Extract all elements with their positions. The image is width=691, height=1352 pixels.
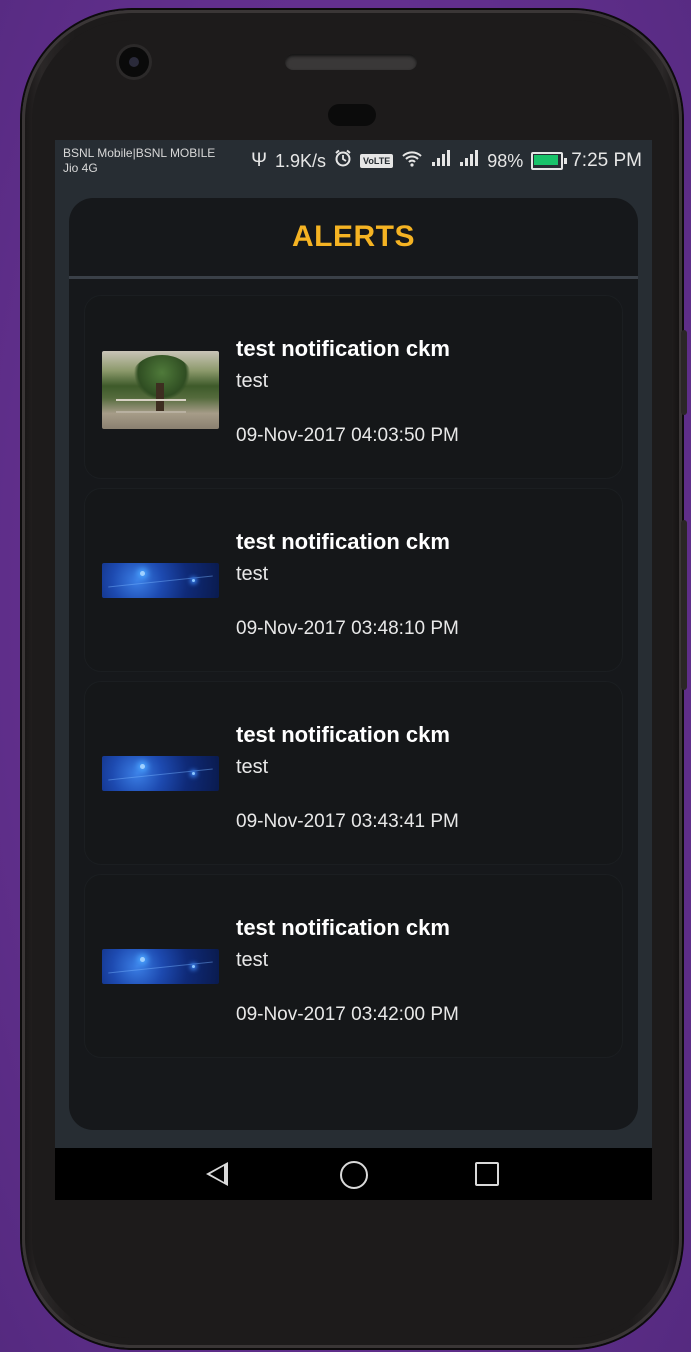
notification-body: test bbox=[236, 756, 269, 778]
panel-header: ALERTS bbox=[69, 198, 638, 279]
notification-timestamp: 09-Nov-2017 03:42:00 PM bbox=[236, 1004, 459, 1025]
back-triangle-icon[interactable] bbox=[206, 1162, 228, 1186]
status-icons: Ψ 1.9K/s VoLTE 98% 7:25 PM bbox=[251, 149, 642, 173]
notification-title: test notification ckm bbox=[236, 722, 450, 747]
notification-card[interactable]: test notification ckm test 09-Nov-2017 0… bbox=[85, 296, 622, 478]
signal-icon-2 bbox=[459, 149, 479, 173]
wifi-icon bbox=[401, 149, 423, 173]
power-button bbox=[681, 520, 687, 690]
notification-thumbnail bbox=[102, 563, 219, 598]
net-speed: 1.9K/s bbox=[275, 150, 327, 171]
alerts-panel: ALERTS test notification ckm test 09-Nov… bbox=[69, 198, 638, 1130]
front-camera bbox=[119, 47, 149, 77]
notification-timestamp: 09-Nov-2017 04:03:50 PM bbox=[236, 425, 459, 446]
status-bar: BSNL Mobile|BSNL MOBILE Jio 4G Ψ 1.9K/s … bbox=[55, 140, 652, 184]
signal-icon bbox=[431, 149, 451, 173]
notification-title: test notification ckm bbox=[236, 336, 450, 361]
usb-icon: Ψ bbox=[251, 150, 267, 171]
notification-title: test notification ckm bbox=[236, 529, 450, 554]
volte-badge: VoLTE bbox=[360, 154, 394, 168]
earpiece-speaker bbox=[285, 54, 417, 70]
notification-thumbnail bbox=[102, 756, 219, 791]
notification-card[interactable]: test notification ckm test 09-Nov-2017 0… bbox=[85, 875, 622, 1057]
notification-thumbnail bbox=[102, 949, 219, 984]
battery-percent: 98% bbox=[487, 150, 524, 171]
notification-thumbnail bbox=[102, 351, 219, 429]
notification-list[interactable]: test notification ckm test 09-Nov-2017 0… bbox=[85, 296, 622, 1068]
notification-title: test notification ckm bbox=[236, 915, 450, 940]
volume-button bbox=[681, 330, 687, 415]
alarm-icon bbox=[334, 149, 352, 173]
notification-timestamp: 09-Nov-2017 03:43:41 PM bbox=[236, 811, 459, 832]
home-circle-icon[interactable] bbox=[340, 1161, 368, 1189]
battery-icon bbox=[531, 152, 568, 170]
clock: 7:25 PM bbox=[571, 150, 642, 171]
carrier-line-2: Jio 4G bbox=[63, 161, 98, 175]
carrier-line-1: BSNL Mobile|BSNL MOBILE bbox=[63, 146, 216, 160]
notification-body: test bbox=[236, 370, 269, 392]
notification-body: test bbox=[236, 563, 269, 585]
notification-card[interactable]: test notification ckm test 09-Nov-2017 0… bbox=[85, 489, 622, 671]
carrier-label: BSNL Mobile|BSNL MOBILE Jio 4G bbox=[63, 146, 215, 176]
notification-timestamp: 09-Nov-2017 03:48:10 PM bbox=[236, 618, 459, 639]
notification-card[interactable]: test notification ckm test 09-Nov-2017 0… bbox=[85, 682, 622, 864]
recents-square-icon[interactable] bbox=[475, 1162, 499, 1186]
proximity-sensor bbox=[328, 104, 376, 126]
notification-body: test bbox=[236, 949, 269, 971]
device-screen: BSNL Mobile|BSNL MOBILE Jio 4G Ψ 1.9K/s … bbox=[55, 140, 652, 1200]
navigation-bar bbox=[55, 1148, 652, 1200]
page-title: ALERTS bbox=[292, 220, 415, 253]
